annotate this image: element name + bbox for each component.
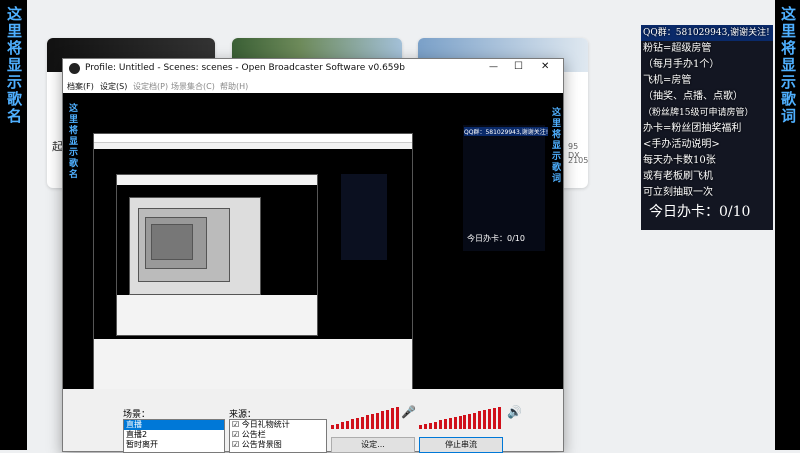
stop-stream-button[interactable]: 停止串流 (419, 437, 503, 453)
right-overlay-strip: 这里将显示歌词 (775, 0, 800, 450)
info-line: 办卡=粉丝团抽奖福利 (643, 123, 742, 134)
menu-profile[interactable]: 设定档(P) (133, 81, 168, 92)
volume-bar (483, 410, 487, 429)
scene-item[interactable]: 直播2 (124, 430, 224, 440)
checkbox-icon[interactable]: ☑ (232, 430, 242, 439)
volume-bar (366, 415, 369, 429)
volume-bar (336, 424, 339, 429)
scenes-list[interactable]: 直播 直播2 暂时离开 (123, 419, 225, 453)
volume-bar (463, 415, 467, 429)
volume-bar (386, 410, 389, 429)
scene-item[interactable]: 直播 (124, 420, 224, 430)
obs-menubar: 档案(F) 设定(S) 设定档(P) 场景集合(C) 帮助(H) (63, 79, 563, 93)
speaker-icon[interactable]: 🔊 (507, 405, 522, 419)
info-line: 可立刻抽取一次 (643, 187, 713, 198)
close-icon[interactable]: ✕ (541, 61, 549, 72)
volume-bar (448, 418, 452, 429)
sources-list[interactable]: ☑ 今日礼物统计 ☑ 公告栏 ☑ 公告背景图 (229, 419, 327, 453)
lyrics-overlay: 这里将显示歌词 (779, 6, 797, 125)
checkbox-icon[interactable]: ☑ (232, 420, 242, 429)
volume-bar (438, 420, 442, 429)
song-name-overlay: 这里将显示歌名 (5, 6, 23, 125)
volume-bar (478, 411, 482, 429)
volume-bar (488, 409, 492, 429)
obs-control-panel: 场景： 直播 直播2 暂时离开 来源： ☑ 今日礼物统计 ☑ 公告栏 ☑ 公告背… (63, 389, 563, 453)
info-line: （每月手办1个） (643, 59, 720, 70)
volume-bar (419, 425, 422, 429)
obs-titlebar[interactable]: Profile: Untitled - Scenes: scenes - Ope… (63, 59, 563, 79)
checkbox-icon[interactable]: ☑ (232, 440, 242, 449)
info-panel: QQ群：581029943,谢谢关注! 粉钻=超级房管 （每月手办1个） 飞机=… (641, 25, 773, 230)
left-overlay-strip: 这里将显示歌名 (0, 0, 27, 450)
nested-capture-1 (93, 133, 413, 389)
card-footer-value: 2105 (568, 156, 588, 165)
volume-bar (341, 422, 344, 429)
obs-preview[interactable]: 这里将显示歌名 这里将显示歌词 QQ群：581029943,谢谢关注! 今日办卡… (63, 93, 563, 389)
volume-bar (453, 417, 457, 429)
maximize-icon[interactable]: ☐ (514, 61, 523, 72)
volume-bar (371, 414, 374, 429)
source-item[interactable]: ☑ 公告栏 (230, 430, 326, 440)
mic-icon[interactable]: 🎤 (401, 405, 416, 419)
volume-bar (428, 423, 432, 429)
volume-bar (443, 419, 447, 429)
volume-bar (493, 408, 497, 429)
desktop-volume-meter[interactable] (419, 407, 503, 429)
info-line: （粉丝牌15级可申请房管） (643, 108, 754, 118)
volume-bar (458, 416, 462, 429)
minimize-icon[interactable]: — (489, 62, 498, 72)
volume-bar (423, 424, 427, 429)
info-line: <手办活动说明> (643, 139, 720, 150)
window-title: Profile: Untitled - Scenes: scenes - Ope… (85, 63, 405, 73)
volume-bar (433, 422, 437, 429)
daily-card-counter: 今日办卡：0/10 (649, 204, 751, 220)
volume-bar (381, 411, 384, 429)
volume-bar (473, 413, 477, 429)
volume-bar (376, 413, 379, 429)
info-line: （抽奖、点播、点歌） (643, 91, 743, 102)
nested-capture-2 (116, 174, 318, 336)
info-line: 粉钻=超级房管 (643, 43, 712, 54)
info-line: 或有老板刷飞机 (643, 171, 713, 182)
mic-volume-meter[interactable] (331, 407, 401, 429)
volume-bar (468, 414, 472, 429)
qq-group-line: QQ群：581029943,谢谢关注! (641, 25, 773, 41)
volume-bar (351, 419, 354, 429)
volume-bar (346, 421, 349, 429)
volume-bar (356, 418, 359, 429)
preview-info-panel: QQ群：581029943,谢谢关注! 今日办卡：0/10 (463, 125, 549, 251)
obs-logo-icon (69, 63, 80, 74)
volume-bar (361, 417, 364, 429)
obs-window[interactable]: Profile: Untitled - Scenes: scenes - Ope… (62, 58, 564, 453)
source-item[interactable]: ☑ 今日礼物统计 (230, 420, 326, 430)
volume-bar (331, 425, 334, 429)
volume-bar (391, 408, 394, 429)
preview-song-name-overlay: 这里将显示歌名 (67, 103, 77, 180)
info-line: 飞机=房管 (643, 75, 692, 86)
menu-file[interactable]: 档案(F) (67, 81, 94, 92)
info-line: 每天办卡数10张 (643, 155, 716, 166)
menu-settings[interactable]: 设定(S) (100, 81, 127, 92)
source-item[interactable]: ☑ 公告背景图 (230, 440, 326, 450)
scene-item[interactable]: 暂时离开 (124, 440, 224, 450)
menu-scene-collection[interactable]: 场景集合(C) (171, 81, 215, 92)
preview-lyrics-overlay: 这里将显示歌词 (550, 107, 560, 184)
settings-button[interactable]: 设定... (331, 437, 415, 453)
volume-bar (396, 407, 399, 429)
menu-help[interactable]: 帮助(H) (220, 81, 248, 92)
volume-bar (498, 407, 502, 429)
